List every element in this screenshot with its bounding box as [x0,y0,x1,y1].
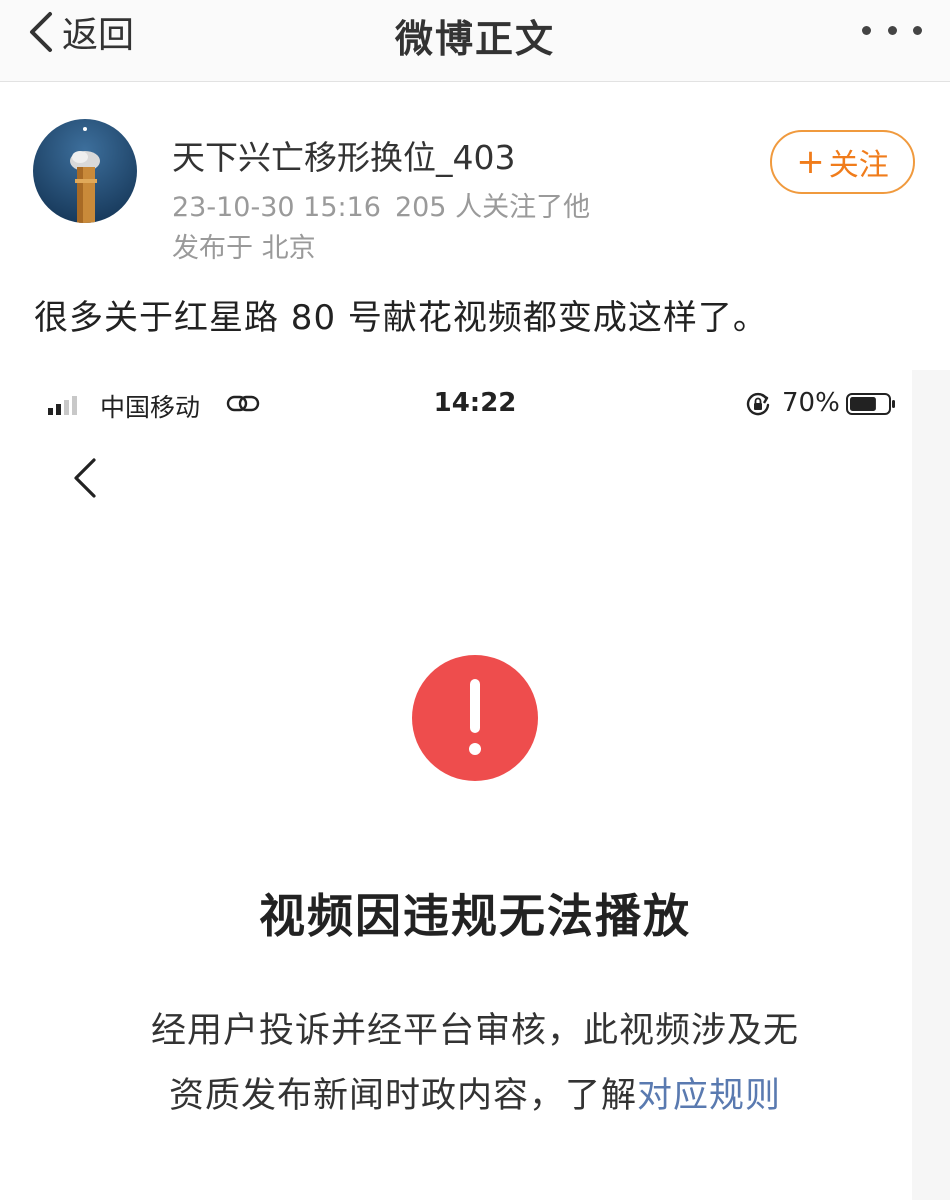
post-time: 23-10-30 15:16 [172,192,381,223]
post-text: 很多关于红星路 80 号献花视频都变成这样了。 [34,298,768,338]
top-nav-bar: 返回 微博正文 [0,0,950,82]
error-message-text: 资质发布新闻时政内容，了解 [168,1076,637,1116]
post-meta: 23-10-30 15:16 205 人关注了他 [172,185,590,224]
exclamation-dot [469,743,481,755]
dot [913,25,922,35]
avatar[interactable] [33,119,137,223]
dot [862,25,871,35]
error-message-line2: 资质发布新闻时政内容，了解对应规则 [100,1067,850,1118]
battery-fill [850,397,876,411]
dot [887,25,897,35]
error-title: 视频因违规无法播放 [259,889,691,943]
error-message-line1: 经用户投诉并经平台审核，此视频涉及无 [150,1011,799,1051]
avatar-image [33,119,137,223]
screenshot-edge [912,370,950,1200]
author-name[interactable]: 天下兴亡移形换位_403 [172,131,516,179]
page-title: 微博正文 [394,17,555,61]
exclamation-icon [412,655,538,781]
follow-button[interactable]: + 关注 [770,130,915,194]
more-dots-icon[interactable] [862,10,922,50]
exclamation-bar [470,679,480,733]
plus-icon: + [796,142,825,182]
battery-icon [846,393,895,415]
rotation-lock-icon [746,392,770,416]
embedded-screenshot[interactable]: 中国移动 14:22 70% 视频因违规无法播放 经用户投诉并经平台审核，此视频… [0,370,950,1200]
rules-link[interactable]: 对应规则 [637,1076,781,1116]
chevron-left-icon[interactable] [70,456,100,500]
battery-percent: 70% [782,388,840,418]
follower-count: 205 人关注了他 [394,192,591,223]
post-location: 发布于 北京 [172,233,316,264]
follow-label: 关注 [828,148,889,183]
